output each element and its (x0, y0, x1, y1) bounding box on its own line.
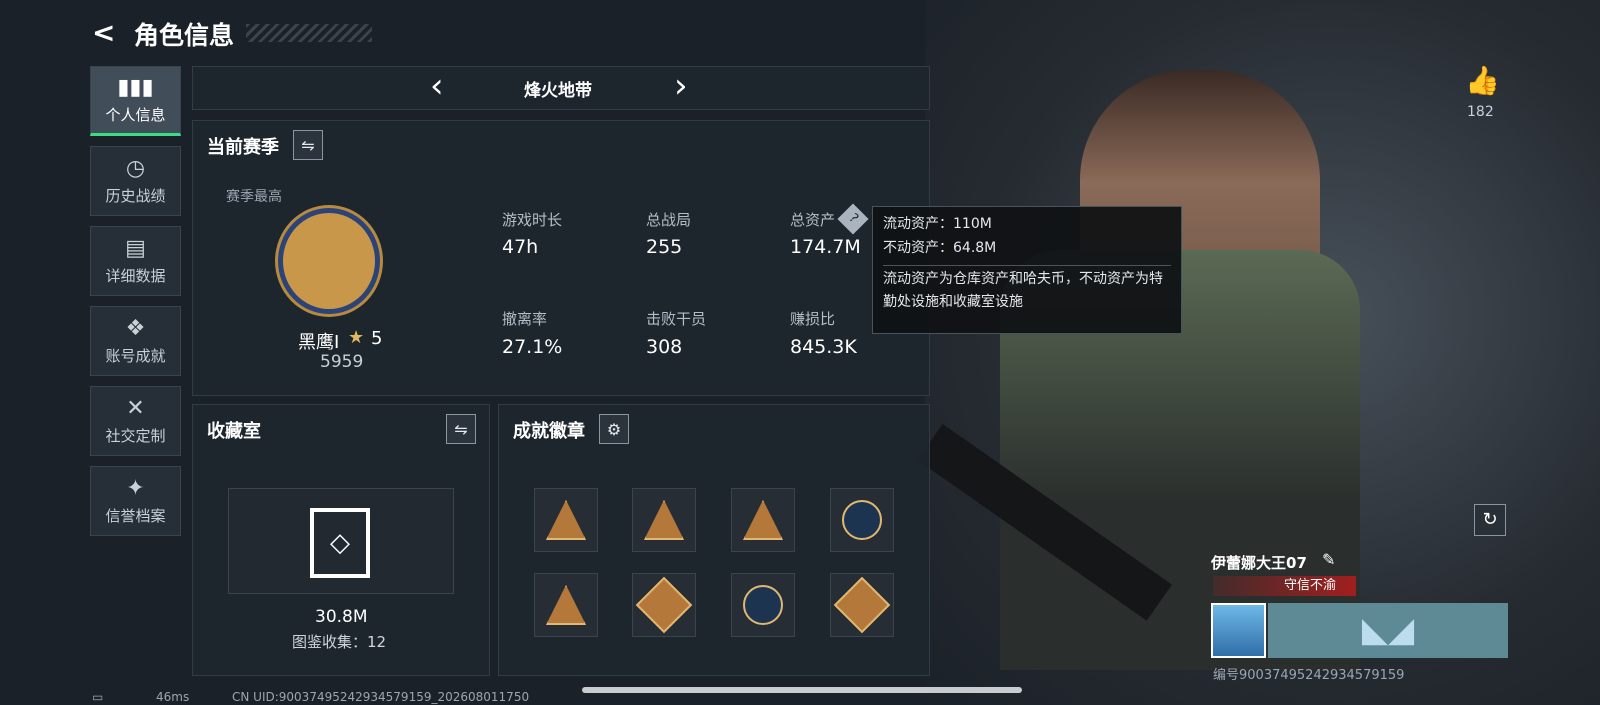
rank-emblem (283, 213, 375, 309)
season-best-label: 赛季最高 (226, 189, 282, 205)
stat-label: 总资产 (790, 211, 836, 229)
stat-label: 赚损比 (790, 310, 836, 328)
stat-value: 255 (646, 236, 683, 258)
avatar[interactable] (1211, 603, 1266, 658)
tools-icon: ✕ (126, 396, 145, 421)
medal-icon: ❖ (125, 316, 146, 341)
nav-achieve[interactable]: ❖ 账号成就 (90, 306, 181, 376)
stats-icon: ▮▮▮ (117, 75, 154, 100)
badge[interactable] (830, 573, 894, 637)
refresh-icon[interactable]: ↻ (1474, 504, 1506, 536)
collection-value: 30.8M (315, 607, 368, 627)
tooltip-liquid: 流动资产：110M (883, 216, 992, 232)
player-title-badge: 守信不渝 (1213, 576, 1356, 596)
folder-icon: ▤ (125, 236, 146, 261)
swap-season-icon[interactable]: ⇋ (293, 130, 323, 160)
clock-icon: ◷ (125, 156, 146, 181)
rank-name: 黑鹰Ⅰ (298, 332, 340, 353)
edit-icon[interactable]: ✎ (1322, 550, 1335, 569)
nav-credit[interactable]: ✦ 信誉档案 (90, 466, 181, 536)
stat-value: 845.3K (790, 336, 857, 358)
uid-text: CN UID:90037495242934579159_202608011750 (232, 690, 530, 704)
home-indicator[interactable] (582, 687, 1022, 693)
mode-name: 烽火地带 (524, 81, 592, 101)
badge[interactable] (731, 573, 795, 637)
nav-profile[interactable]: ▮▮▮ 个人信息 (90, 66, 181, 136)
page-title: 角色信息 (134, 21, 235, 50)
like-count: 182 (1467, 104, 1494, 120)
title-deco (246, 24, 372, 42)
badge[interactable] (534, 488, 598, 552)
achievement-title: 成就徽章 (513, 421, 585, 442)
stat-value: 174.7M (790, 236, 861, 258)
badge[interactable] (731, 488, 795, 552)
nav-data[interactable]: ▤ 详细数据 (90, 226, 181, 296)
thumbs-up-icon[interactable]: 👍 (1465, 64, 1500, 97)
badge[interactable] (632, 573, 696, 637)
rank-stars: 5 (371, 328, 383, 349)
swap-collection-icon[interactable]: ⇋ (446, 414, 476, 444)
ping: 46ms (156, 690, 190, 704)
badge[interactable] (632, 488, 696, 552)
nav-history[interactable]: ◷ 历史战绩 (90, 146, 181, 216)
next-mode-icon[interactable]: › (674, 66, 688, 106)
banner: ◣◢ (1268, 603, 1508, 658)
back-icon[interactable]: < (92, 16, 115, 49)
player-name: 伊蕾娜大王07 (1211, 554, 1307, 572)
stat-value: 47h (502, 236, 539, 258)
badge[interactable] (534, 573, 598, 637)
badge[interactable] (830, 488, 894, 552)
battery-icon: ▭ (92, 690, 104, 704)
season-title: 当前赛季 (207, 137, 279, 158)
asset-tooltip: 流动资产：110M 不动资产：64.8M 流动资产为仓库资产和哈夫币，不动资产为… (872, 206, 1182, 334)
settings-icon[interactable]: ⚙ (599, 414, 629, 444)
stat-label: 游戏时长 (502, 211, 563, 229)
rank-score: 5959 (320, 352, 364, 372)
collection-count: 图鉴收集：12 (292, 633, 387, 651)
star-icon: ★ (348, 327, 365, 348)
nav-social[interactable]: ✕ 社交定制 (90, 386, 181, 456)
shield-icon: ✦ (126, 476, 145, 501)
tooltip-fixed: 不动资产：64.8M (883, 239, 997, 256)
collection-title: 收藏室 (207, 421, 261, 442)
vault-icon: ◇ (310, 508, 370, 578)
stat-label: 击败干员 (646, 310, 707, 328)
prev-mode-icon[interactable]: ‹ (430, 66, 444, 106)
tooltip-desc: 流动资产为仓库资产和哈夫币，不动资产为特勤处设施和收藏室设施 (883, 264, 1171, 316)
stat-label: 撤离率 (502, 310, 548, 328)
stat-value: 308 (646, 336, 683, 358)
stat-label: 总战局 (646, 211, 692, 229)
stat-value: 27.1% (502, 336, 563, 358)
player-id: 编号9003749524293457915​9 (1213, 668, 1405, 683)
